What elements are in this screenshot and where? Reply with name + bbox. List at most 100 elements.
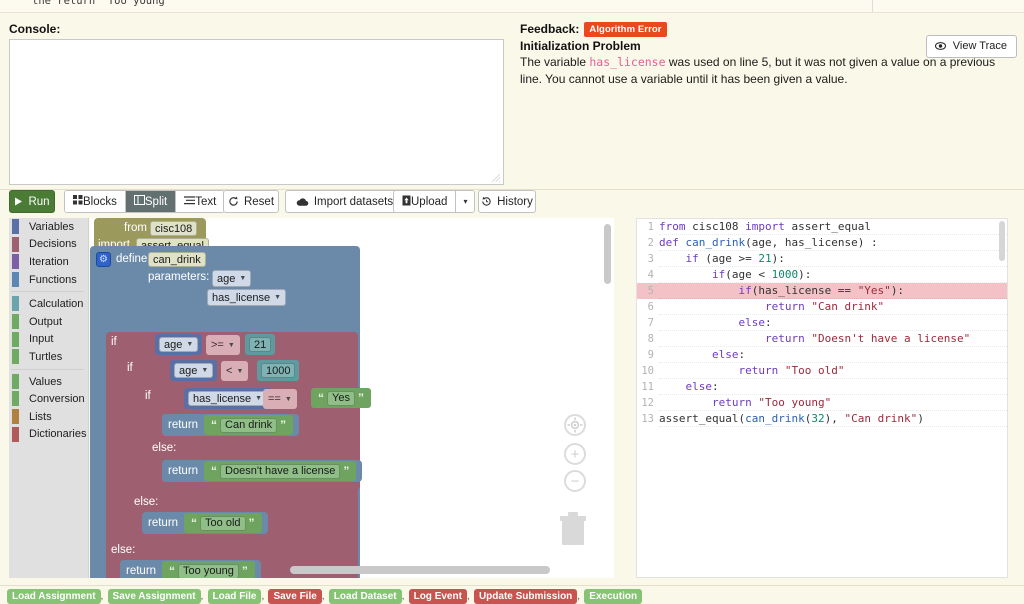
code-line[interactable]: 11 else:	[637, 379, 1007, 395]
return4-string-block[interactable]: “Too young”	[162, 561, 255, 578]
block-return-too-old[interactable]: return “Too old”	[142, 512, 268, 534]
zoom-in-button[interactable]: +	[564, 443, 586, 465]
import-module-field[interactable]: cisc108	[150, 221, 198, 236]
bottom-button-update-submission[interactable]: Update Submission	[473, 589, 578, 604]
bottom-button-save-file[interactable]: Save File	[268, 589, 322, 604]
if3-operator-block[interactable]: == ▼	[263, 389, 297, 409]
trash-button[interactable]	[556, 508, 590, 548]
resize-handle-icon[interactable]	[491, 173, 501, 183]
code-vertical-scrollbar[interactable]	[999, 221, 1005, 261]
return4-string-field[interactable]: Too young	[178, 563, 239, 578]
code-text[interactable]: if(age < 1000):	[659, 267, 1007, 283]
code-line[interactable]: 10 return "Too old"	[637, 363, 1007, 379]
if3-variable-block[interactable]: has_license ▼	[184, 388, 272, 409]
bottom-button-load-assignment[interactable]: Load Assignment	[7, 589, 101, 604]
upload-dropdown-toggle[interactable]: ▾	[456, 191, 475, 212]
block-if-middle[interactable]: if age ▼ < ▼ 1000 if has_license ▼ == ▼ “Yes…	[122, 358, 371, 540]
sidebar-item-turtles[interactable]: Turtles	[9, 348, 88, 366]
code-line[interactable]: 6 return "Can drink"	[637, 299, 1007, 315]
code-text[interactable]: else:	[659, 315, 1007, 331]
param-haslicense-field[interactable]: has_license ▼	[207, 289, 287, 306]
sidebar-item-input[interactable]: Input	[9, 331, 88, 349]
block-define-function[interactable]: ⚙ define can_drink parameters: age ▼ has_…	[90, 246, 371, 578]
return1-string-block[interactable]: “Can drink”	[204, 415, 294, 435]
code-line[interactable]: 13 assert_equal(can_drink(32), "Can drink…	[637, 411, 1007, 427]
sidebar-item-variables[interactable]: Variables	[9, 218, 88, 236]
code-line[interactable]: 3 if (age >= 21):	[637, 251, 1007, 267]
code-line[interactable]: 9 else:	[637, 347, 1007, 363]
run-button[interactable]: Run	[9, 190, 55, 213]
code-line[interactable]: 4 if(age < 1000):	[637, 267, 1007, 283]
bottom-button-execution[interactable]: Execution	[584, 589, 643, 604]
sidebar-item-decisions[interactable]: Decisions	[9, 236, 88, 254]
return3-string-field[interactable]: Too old	[200, 515, 246, 531]
code-text[interactable]: if (age >= 21):	[659, 251, 1007, 267]
code-text[interactable]: else:	[659, 347, 1007, 363]
code-line[interactable]: 8 return "Doesn't have a license"	[637, 331, 1007, 347]
if2-variable-field[interactable]: age ▼	[174, 363, 214, 378]
return1-string-field[interactable]: Can drink	[220, 417, 278, 433]
sidebar-item-values[interactable]: Values	[9, 373, 88, 391]
code-line[interactable]: 2 def can_drink(age, has_license) :	[637, 235, 1007, 251]
param-age-field[interactable]: age ▼	[212, 270, 252, 287]
center-view-button[interactable]	[564, 414, 586, 436]
bottom-button-log-event[interactable]: Log Event	[408, 589, 467, 604]
sidebar-item-lists[interactable]: Lists	[9, 408, 88, 426]
block-return-can-drink[interactable]: return “Can drink”	[162, 414, 300, 436]
bottom-button-save-assignment[interactable]: Save Assignment	[107, 589, 201, 604]
if1-operator-block[interactable]: >= ▼	[206, 335, 240, 355]
code-line[interactable]: 1 from cisc108 import assert_equal	[637, 219, 1007, 235]
code-editor[interactable]: 1 from cisc108 import assert_equal 2 def ca…	[636, 218, 1008, 578]
block-return-too-young[interactable]: return “Too young”	[120, 560, 261, 578]
return2-string-field[interactable]: Doesn't have a license	[220, 463, 341, 479]
if2-number-block[interactable]: 1000	[257, 360, 300, 381]
tab-blocks[interactable]: Blocks	[65, 191, 126, 212]
code-text[interactable]: if(has_license == "Yes"):	[659, 283, 1007, 299]
code-text[interactable]: return "Too young"	[659, 395, 1007, 411]
if2-operator-block[interactable]: < ▼	[221, 361, 249, 381]
sidebar-item-conversion[interactable]: Conversion	[9, 390, 88, 408]
block-return-no-license[interactable]: return “Doesn't have a license”	[162, 460, 363, 482]
bottom-button-load-dataset[interactable]: Load Dataset	[328, 589, 402, 604]
block-if-inner[interactable]: if has_license ▼ == ▼ “Yes” return “Can dr…	[140, 386, 371, 490]
code-text[interactable]: return "Can drink"	[659, 299, 1007, 315]
code-line[interactable]: 7 else:	[637, 315, 1007, 331]
tab-text[interactable]: Text	[176, 191, 225, 212]
if1-number-field[interactable]: 21	[249, 337, 272, 352]
if1-variable-block[interactable]: age ▼	[155, 334, 203, 355]
if1-variable-field[interactable]: age ▼	[159, 337, 199, 352]
function-name-field[interactable]: can_drink	[148, 252, 206, 267]
sidebar-item-output[interactable]: Output	[9, 313, 88, 331]
sidebar-item-iteration[interactable]: Iteration	[9, 253, 88, 271]
return3-string-block[interactable]: “Too old”	[184, 513, 262, 533]
sidebar-item-functions[interactable]: Functions	[9, 271, 88, 289]
code-line[interactable]: 12 return "Too young"	[637, 395, 1007, 411]
reset-button[interactable]: Reset	[223, 190, 279, 213]
console-output[interactable]	[9, 39, 504, 185]
code-text[interactable]: def can_drink(age, has_license) :	[659, 235, 1007, 251]
gear-icon[interactable]: ⚙	[96, 252, 111, 267]
sidebar-item-dictionaries[interactable]: Dictionaries	[9, 426, 88, 444]
zoom-out-button[interactable]: −	[564, 470, 586, 492]
if1-number-block[interactable]: 21	[245, 334, 276, 355]
upload-button[interactable]: Upload	[394, 191, 457, 212]
code-text[interactable]: return "Doesn't have a license"	[659, 331, 1007, 347]
code-text[interactable]: else:	[659, 379, 1007, 395]
if2-variable-block[interactable]: age ▼	[170, 360, 218, 381]
tab-split[interactable]: Split	[125, 191, 177, 212]
if3-string-field[interactable]: Yes	[327, 390, 355, 406]
canvas-vertical-scrollbar[interactable]	[604, 224, 611, 284]
code-line[interactable]: 5 if(has_license == "Yes"):	[637, 283, 1007, 299]
canvas-horizontal-scrollbar[interactable]	[290, 566, 550, 574]
sidebar-item-calculation[interactable]: Calculation	[9, 295, 88, 313]
block-if-outer[interactable]: if age ▼ >= ▼ 21 if age ▼ < ▼ 1000 if has_li…	[106, 332, 371, 578]
import-datasets-button[interactable]: Import datasets	[285, 190, 404, 213]
if2-number-field[interactable]: 1000	[261, 363, 296, 378]
bottom-button-load-file[interactable]: Load File	[207, 589, 262, 604]
if3-string-block[interactable]: “Yes”	[311, 388, 371, 408]
blocks-canvas[interactable]: from cisc108 import assert_equal ⚙ defin…	[90, 218, 614, 578]
return2-string-block[interactable]: “Doesn't have a license”	[204, 461, 357, 481]
code-text[interactable]: assert_equal(can_drink(32), "Can drink")	[659, 411, 1007, 427]
view-trace-button[interactable]: View Trace	[925, 35, 1017, 58]
if3-variable-field[interactable]: has_license ▼	[188, 391, 268, 406]
